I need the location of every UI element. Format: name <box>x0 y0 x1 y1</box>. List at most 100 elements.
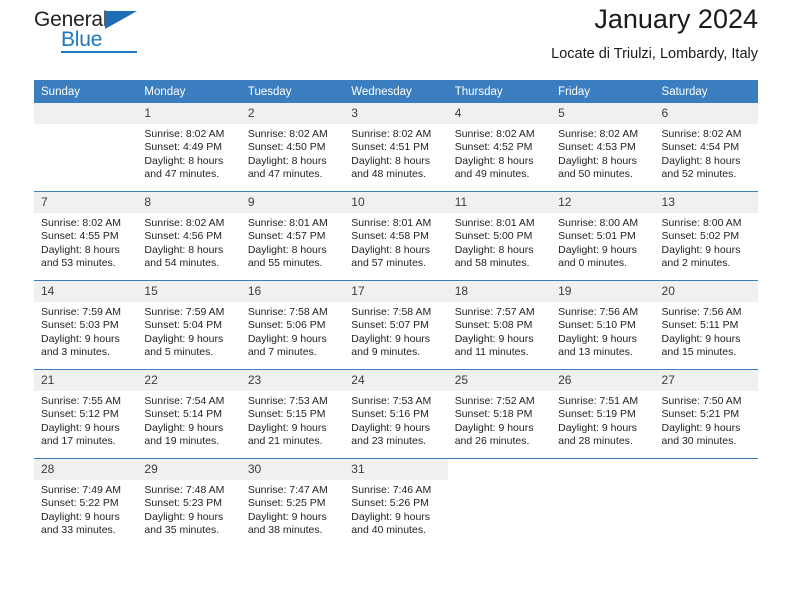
sunrise-time: Sunrise: 7:52 AM <box>454 395 535 407</box>
daylight-duration-line1: Daylight: 8 hours <box>247 154 327 167</box>
calendar-day-cell[interactable]: 27 Sunrise: 7:50 AM Sunset: 5:21 PM Dayligh… <box>654 369 758 459</box>
calendar-day-cell[interactable]: 16 Sunrise: 7:58 AM Sunset: 5:06 PM Dayligh… <box>240 280 345 370</box>
day-number: 17 <box>344 281 448 302</box>
daylight-duration-line2: and 47 minutes. <box>144 168 220 181</box>
sunrise-time: Sunrise: 8:02 AM <box>454 128 535 140</box>
daylight-duration-line1: Daylight: 9 hours <box>661 332 741 345</box>
sunrise-time: Sunrise: 8:02 AM <box>661 128 742 140</box>
daylight-duration-line2: and 50 minutes. <box>558 168 633 181</box>
daylight-duration-line1: Daylight: 8 hours <box>351 243 431 256</box>
calendar-day-cell[interactable]: 24 Sunrise: 7:53 AM Sunset: 5:16 PM Dayligh… <box>344 369 448 459</box>
daylight-duration-line1: Daylight: 9 hours <box>247 421 327 434</box>
calendar-day-cell[interactable]: 12 Sunrise: 8:00 AM Sunset: 5:01 PM Dayligh… <box>551 191 655 281</box>
daylight-duration-line1: Daylight: 8 hours <box>661 154 741 167</box>
calendar-day-cell[interactable]: 23 Sunrise: 7:53 AM Sunset: 5:15 PM Dayligh… <box>240 369 345 459</box>
sunset-time: Sunset: 5:04 PM <box>144 319 223 332</box>
sunset-time: Sunset: 5:25 PM <box>247 497 326 510</box>
calendar-day-cell[interactable]: 18 Sunrise: 7:57 AM Sunset: 5:08 PM Dayligh… <box>447 280 552 370</box>
calendar-day-cell[interactable]: 8 Sunrise: 8:02 AM Sunset: 4:56 PM Daylight… <box>137 191 241 281</box>
calendar-day-cell[interactable]: 28 Sunrise: 7:49 AM Sunset: 5:22 PM Dayligh… <box>34 458 138 547</box>
day-number: 4 <box>447 103 552 124</box>
day-number: 22 <box>137 370 241 391</box>
calendar-day-cell[interactable]: 30 Sunrise: 7:47 AM Sunset: 5:25 PM Dayligh… <box>240 458 345 547</box>
calendar-day-cell[interactable]: 26 Sunrise: 7:51 AM Sunset: 5:19 PM Dayligh… <box>551 369 655 459</box>
calendar-day-cell[interactable]: 2 Sunrise: 8:02 AM Sunset: 4:50 PM Daylight… <box>240 103 345 192</box>
sunset-time: Sunset: 5:10 PM <box>558 319 636 332</box>
daylight-duration-line2: and 58 minutes. <box>454 257 530 270</box>
calendar-day-cell[interactable]: 4 Sunrise: 8:02 AM Sunset: 4:52 PM Daylight… <box>447 103 552 192</box>
calendar-day-cell[interactable]: 22 Sunrise: 7:54 AM Sunset: 5:14 PM Dayligh… <box>137 369 241 459</box>
sunset-time: Sunset: 5:21 PM <box>661 408 740 421</box>
sunset-time: Sunset: 5:18 PM <box>454 408 533 421</box>
sunset-time: Sunset: 4:56 PM <box>144 230 223 243</box>
calendar-day-cell[interactable]: 5 Sunrise: 8:02 AM Sunset: 4:53 PM Daylight… <box>551 103 655 192</box>
sunset-time: Sunset: 5:07 PM <box>351 319 429 332</box>
daylight-duration-line2: and 5 minutes. <box>144 346 214 359</box>
calendar-day-cell[interactable]: 19 Sunrise: 7:56 AM Sunset: 5:10 PM Dayligh… <box>551 280 655 370</box>
calendar-day-cell[interactable]: 15 Sunrise: 7:59 AM Sunset: 5:04 PM Dayligh… <box>137 280 241 370</box>
daylight-duration-line2: and 21 minutes. <box>247 435 323 448</box>
day-details: Sunrise: 8:01 AM Sunset: 4:58 PM Daylight:… <box>344 213 447 271</box>
day-number: 11 <box>447 192 552 213</box>
calendar-day-cell[interactable]: 6 Sunrise: 8:02 AM Sunset: 4:54 PM Daylight… <box>654 103 758 192</box>
calendar-day-cell[interactable]: 11 Sunrise: 8:01 AM Sunset: 5:00 PM Dayligh… <box>447 191 552 281</box>
sunset-time: Sunset: 4:53 PM <box>558 141 636 154</box>
day-details: Sunrise: 7:57 AM Sunset: 5:08 PM Daylight:… <box>448 302 551 360</box>
calendar-day-cell[interactable]: 13 Sunrise: 8:00 AM Sunset: 5:02 PM Dayligh… <box>654 191 758 281</box>
calendar-week-row: 14 Sunrise: 7:59 AM Sunset: 5:03 PM Dayligh… <box>34 280 758 370</box>
day-number: 1 <box>137 103 241 124</box>
daylight-duration-line2: and 19 minutes. <box>144 435 220 448</box>
sunrise-time: Sunrise: 7:51 AM <box>558 395 639 407</box>
sunrise-time: Sunrise: 8:00 AM <box>661 217 742 229</box>
page-header: General Blue January 2024 Locate di Triu… <box>34 0 758 72</box>
day-number: 9 <box>240 192 345 213</box>
daylight-duration-line2: and 33 minutes. <box>41 524 116 537</box>
sunrise-time: Sunrise: 8:01 AM <box>454 217 535 229</box>
daylight-duration-line1: Daylight: 9 hours <box>661 243 741 256</box>
daylight-duration-line1: Daylight: 9 hours <box>41 332 120 345</box>
daylight-duration-line1: Daylight: 9 hours <box>661 421 741 434</box>
calendar-day-cell[interactable]: 14 Sunrise: 7:59 AM Sunset: 5:03 PM Dayligh… <box>34 280 138 370</box>
sunrise-time: Sunrise: 8:02 AM <box>558 128 639 140</box>
calendar-day-cell[interactable]: 21 Sunrise: 7:55 AM Sunset: 5:12 PM Dayligh… <box>34 369 138 459</box>
calendar-day-cell[interactable]: 20 Sunrise: 7:56 AM Sunset: 5:11 PM Dayligh… <box>654 280 758 370</box>
calendar-day-cell[interactable]: 7 Sunrise: 8:02 AM Sunset: 4:55 PM Daylight… <box>34 191 138 281</box>
calendar-day-cell[interactable]: 29 Sunrise: 7:48 AM Sunset: 5:23 PM Dayligh… <box>137 458 241 547</box>
general-blue-logo[interactable]: General Blue <box>34 8 154 56</box>
sunrise-time: Sunrise: 8:02 AM <box>144 128 225 140</box>
day-details: Sunrise: 7:56 AM Sunset: 5:11 PM Daylight:… <box>655 302 758 360</box>
calendar-day-cell[interactable]: 10 Sunrise: 8:01 AM Sunset: 4:58 PM Dayligh… <box>344 191 448 281</box>
calendar-page: General Blue January 2024 Locate di Triu… <box>0 0 792 612</box>
sunrise-time: Sunrise: 8:02 AM <box>41 217 121 229</box>
calendar-day-cell[interactable]: 25 Sunrise: 7:52 AM Sunset: 5:18 PM Dayligh… <box>447 369 552 459</box>
daylight-duration-line1: Daylight: 8 hours <box>454 243 534 256</box>
daylight-duration-line2: and 35 minutes. <box>144 524 220 537</box>
title-block: January 2024 Locate di Triulzi, Lombardy… <box>551 0 758 65</box>
day-number: 13 <box>654 192 758 213</box>
daylight-duration-line2: and 23 minutes. <box>351 435 426 448</box>
sunset-time: Sunset: 4:58 PM <box>351 230 429 243</box>
calendar-day-cell[interactable]: 9 Sunrise: 8:01 AM Sunset: 4:57 PM Daylight… <box>240 191 345 281</box>
day-number <box>447 459 552 480</box>
calendar-day-cell[interactable]: 3 Sunrise: 8:02 AM Sunset: 4:51 PM Daylight… <box>344 103 448 192</box>
day-details: Sunrise: 8:02 AM Sunset: 4:50 PM Daylight:… <box>241 124 344 182</box>
calendar-day-cell[interactable]: 17 Sunrise: 7:58 AM Sunset: 5:07 PM Dayligh… <box>344 280 448 370</box>
day-details: Sunrise: 8:00 AM Sunset: 5:01 PM Daylight:… <box>551 213 654 271</box>
sunset-time: Sunset: 5:23 PM <box>144 497 223 510</box>
sunrise-time: Sunrise: 8:01 AM <box>247 217 328 229</box>
day-number: 18 <box>447 281 552 302</box>
calendar-day-cell[interactable]: 31 Sunrise: 7:46 AM Sunset: 5:26 PM Dayligh… <box>344 458 448 547</box>
day-number <box>551 459 655 480</box>
day-number: 2 <box>240 103 345 124</box>
daylight-duration-line2: and 40 minutes. <box>351 524 426 537</box>
day-number: 19 <box>551 281 655 302</box>
day-number: 26 <box>551 370 655 391</box>
weekday-header-thursday: Thursday <box>447 80 552 103</box>
calendar-day-cell[interactable]: 1 Sunrise: 8:02 AM Sunset: 4:49 PM Daylight… <box>137 103 241 192</box>
daylight-duration-line2: and 38 minutes. <box>247 524 323 537</box>
day-number: 7 <box>34 192 138 213</box>
sunrise-time: Sunrise: 7:58 AM <box>247 306 328 318</box>
daylight-duration-line2: and 55 minutes. <box>247 257 323 270</box>
day-details: Sunrise: 7:46 AM Sunset: 5:26 PM Daylight:… <box>344 480 447 538</box>
day-details: Sunrise: 7:54 AM Sunset: 5:14 PM Daylight:… <box>137 391 240 449</box>
